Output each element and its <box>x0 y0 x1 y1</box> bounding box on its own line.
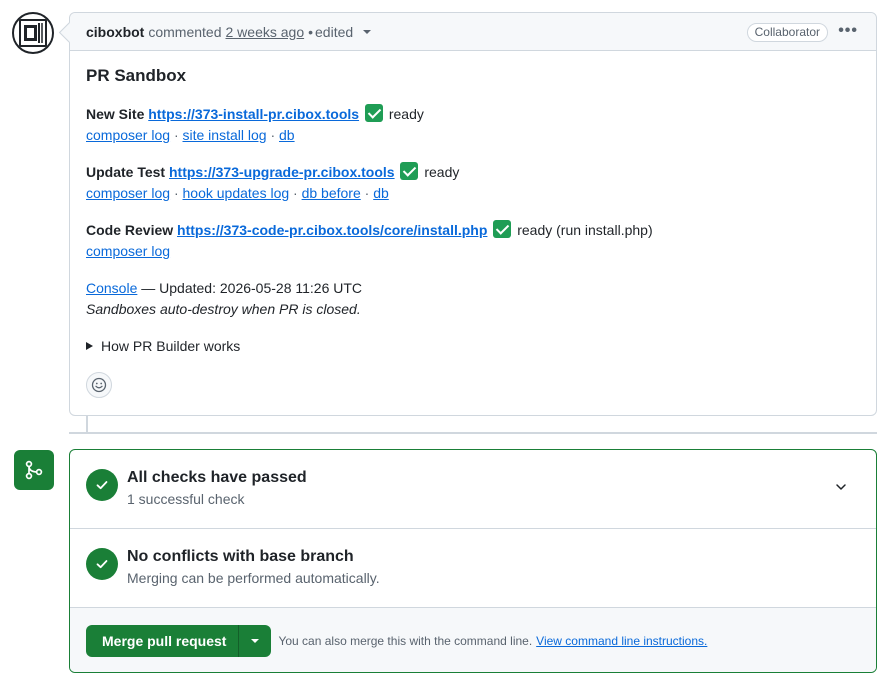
conflicts-title: No conflicts with base branch <box>127 548 354 565</box>
update-test-composer-log[interactable]: composer log <box>86 185 170 201</box>
checks-subtitle: 1 successful check <box>127 491 245 507</box>
check-mark-icon <box>364 104 383 122</box>
caret-down-icon <box>251 639 260 643</box>
comment-card: ciboxbot commented 2 weeks ago • edited … <box>69 12 877 416</box>
checks-passed-icon <box>86 469 118 501</box>
merge-button-group: Merge pull request <box>86 625 272 657</box>
code-review-composer-log[interactable]: composer log <box>86 243 170 259</box>
edited-dropdown[interactable]: edited <box>315 23 372 40</box>
new-site-install-log[interactable]: site install log <box>183 127 267 143</box>
timeline-divider <box>69 432 877 434</box>
merge-method-dropdown[interactable] <box>239 625 271 657</box>
check-mark-icon <box>400 162 419 180</box>
link-separator: · <box>270 127 276 143</box>
update-test-url[interactable]: https://373-upgrade-pr.cibox.tools <box>169 164 395 180</box>
updated-text: — Updated: 2026-05-28 11:26 UTC <box>141 280 363 296</box>
caret-down-icon <box>363 29 372 34</box>
add-reaction-button[interactable] <box>86 372 112 398</box>
new-site-db[interactable]: db <box>279 127 295 143</box>
ciboxbot-logo-icon <box>19 19 47 47</box>
chevron-down-icon[interactable] <box>834 480 848 494</box>
header-separator: • <box>308 23 314 40</box>
comment-time-link[interactable]: 2 weeks ago <box>226 24 305 40</box>
link-separator: · <box>173 127 179 143</box>
comment-title: PR Sandbox <box>86 66 187 85</box>
update-test-label: Update Test <box>86 164 166 180</box>
code-review-status: ready (run install.php) <box>517 222 653 238</box>
auto-destroy-note: Sandboxes auto-destroy when PR is closed… <box>86 301 361 317</box>
comment-header: ciboxbot commented 2 weeks ago • edited … <box>70 13 876 51</box>
update-test-group: Update Test https://373-upgrade-pr.cibox… <box>86 162 860 204</box>
merge-pull-request-button[interactable]: Merge pull request <box>86 625 240 657</box>
git-merge-icon <box>14 450 54 490</box>
merge-hint-text: You can also merge this with the command… <box>278 634 533 648</box>
check-mark-icon <box>493 220 512 238</box>
new-site-status: ready <box>388 106 424 122</box>
update-test-db-before[interactable]: db before <box>302 185 361 201</box>
new-site-group: New Site https://373-install-pr.cibox.to… <box>86 104 860 146</box>
merge-footer: Merge pull request You can also merge th… <box>70 608 876 672</box>
update-test-db[interactable]: db <box>373 185 389 201</box>
avatar[interactable] <box>12 12 54 54</box>
update-test-status: ready <box>424 164 460 180</box>
link-separator: · <box>364 185 370 201</box>
update-test-hook-log[interactable]: hook updates log <box>183 185 290 201</box>
checks-row[interactable]: All checks have passed 1 successful chec… <box>70 450 876 529</box>
code-review-group: Code Review https://373-code-pr.cibox.to… <box>86 220 860 262</box>
link-separator: · <box>293 185 298 201</box>
command-line-instructions-link[interactable]: View command line instructions. <box>536 634 707 648</box>
conflicts-row: No conflicts with base branch Merging ca… <box>70 529 876 608</box>
comment-action: commented <box>148 23 222 40</box>
link-separator: · <box>173 185 179 201</box>
new-site-label: New Site <box>86 106 145 122</box>
conflicts-subtitle: Merging can be performed automatically. <box>127 570 380 586</box>
details-summary: How PR Builder works <box>101 338 241 354</box>
comment-author[interactable]: ciboxbot <box>86 24 144 40</box>
code-review-label: Code Review <box>86 222 174 238</box>
kebab-menu-icon[interactable]: ••• <box>838 22 858 40</box>
disclosure-triangle-icon <box>86 342 93 350</box>
new-site-url[interactable]: https://373-install-pr.cibox.tools <box>148 106 359 122</box>
console-link[interactable]: Console <box>86 280 137 296</box>
new-site-composer-log[interactable]: composer log <box>86 127 170 143</box>
merge-box: All checks have passed 1 successful chec… <box>69 449 877 673</box>
details-toggle[interactable]: How PR Builder works <box>86 338 860 354</box>
edited-label: edited <box>315 23 354 40</box>
smiley-icon <box>91 377 107 393</box>
no-conflicts-icon <box>86 548 118 580</box>
code-review-url[interactable]: https://373-code-pr.cibox.tools/core/ins… <box>177 222 487 238</box>
comment-body: PR Sandbox New Site https://373-install-… <box>70 51 876 398</box>
timeline-line <box>86 415 88 432</box>
console-line: Console — Updated: 2026-05-28 11:26 UTC <box>86 278 860 299</box>
collaborator-badge: Collaborator <box>746 23 828 42</box>
checks-title: All checks have passed <box>127 469 307 486</box>
